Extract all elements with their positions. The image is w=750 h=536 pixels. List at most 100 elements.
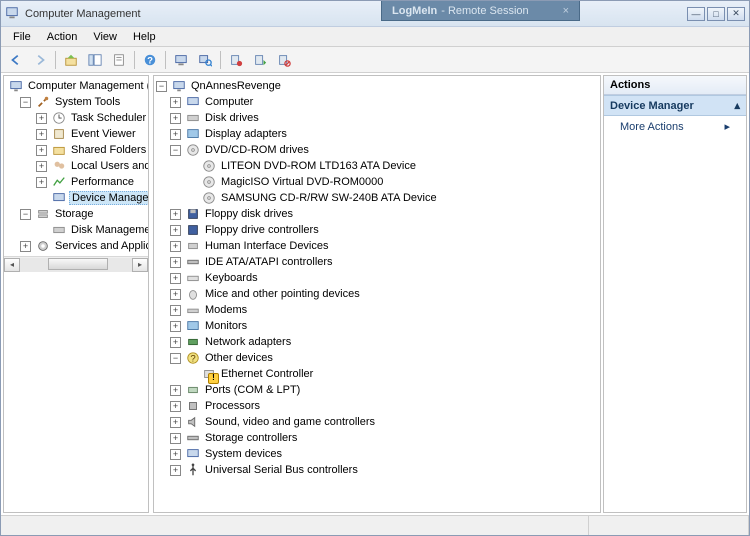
expand-icon[interactable]: + <box>36 177 47 188</box>
computer-management-icon <box>8 78 24 94</box>
collapse-icon[interactable]: − <box>156 81 167 92</box>
expand-icon[interactable]: + <box>36 145 47 156</box>
devices-computer-icon[interactable] <box>170 49 192 71</box>
remote-badge-close-icon[interactable]: × <box>563 5 569 17</box>
properties-button[interactable] <box>108 49 130 71</box>
expand-icon[interactable]: + <box>170 97 181 108</box>
tree-event-viewer[interactable]: +Event Viewer <box>36 126 146 142</box>
expand-icon[interactable]: + <box>170 113 181 124</box>
expand-icon[interactable]: + <box>170 433 181 444</box>
collapse-icon[interactable]: − <box>170 353 181 364</box>
cat-other[interactable]: −?Other devices <box>170 350 598 366</box>
dev-liteon[interactable]: LITEON DVD-ROM LTD163 ATA Device <box>186 158 598 174</box>
body: Computer Management (Local) − System Too… <box>1 73 749 515</box>
expand-icon[interactable]: + <box>170 449 181 460</box>
cat-usb[interactable]: +Universal Serial Bus controllers <box>170 462 598 478</box>
expand-icon[interactable]: + <box>36 129 47 140</box>
close-button[interactable]: ✕ <box>727 7 745 21</box>
tree-performance[interactable]: +Performance <box>36 174 146 190</box>
cat-display-adapters[interactable]: +Display adapters <box>170 126 598 142</box>
maximize-button[interactable]: □ <box>707 7 725 21</box>
cat-system[interactable]: +System devices <box>170 446 598 462</box>
tree-shared-folders[interactable]: +Shared Folders <box>36 142 146 158</box>
tree-task-scheduler[interactable]: +Task Scheduler <box>36 110 146 126</box>
action-more-actions[interactable]: More Actions ▸ <box>604 116 746 137</box>
up-button[interactable] <box>60 49 82 71</box>
ide-icon <box>185 254 201 270</box>
expand-icon[interactable]: + <box>170 465 181 476</box>
titlebar: Computer Management LogMeIn - Remote Ses… <box>1 1 749 27</box>
floppy-icon <box>185 206 201 222</box>
scroll-right-button[interactable]: ▸ <box>132 258 148 272</box>
collapse-icon[interactable]: − <box>20 97 31 108</box>
device-root[interactable]: −QnAnnesRevenge <box>156 78 598 94</box>
uninstall-icon[interactable] <box>225 49 247 71</box>
expand-icon[interactable]: + <box>20 241 31 252</box>
tree-device-manager[interactable]: Device Manager <box>36 190 146 206</box>
tree-local-users[interactable]: +Local Users and Groups <box>36 158 146 174</box>
tree-services-apps[interactable]: +Services and Applications <box>20 238 146 254</box>
cat-floppy-drives[interactable]: +Floppy disk drives <box>170 206 598 222</box>
chevron-up-icon: ▴ <box>734 99 740 112</box>
system-icon <box>185 446 201 462</box>
scroll-left-button[interactable]: ◂ <box>4 258 20 272</box>
cat-mice[interactable]: +Mice and other pointing devices <box>170 286 598 302</box>
cat-computer[interactable]: +Computer <box>170 94 598 110</box>
cat-ports[interactable]: +Ports (COM & LPT) <box>170 382 598 398</box>
tree-storage[interactable]: −Storage <box>20 206 146 222</box>
tree-disk-management[interactable]: Disk Management <box>36 222 146 238</box>
expand-icon[interactable]: + <box>36 113 47 124</box>
expand-icon[interactable]: + <box>170 401 181 412</box>
help-button[interactable]: ? <box>139 49 161 71</box>
expand-icon[interactable]: + <box>170 321 181 332</box>
expand-icon[interactable]: + <box>170 273 181 284</box>
scan-hardware-icon[interactable] <box>194 49 216 71</box>
menu-file[interactable]: File <box>5 29 39 45</box>
menu-help[interactable]: Help <box>125 29 164 45</box>
tree-system-tools[interactable]: − System Tools <box>20 94 146 110</box>
cat-network[interactable]: +Network adapters <box>170 334 598 350</box>
cat-floppy-controllers[interactable]: +Floppy drive controllers <box>170 222 598 238</box>
dev-samsung[interactable]: SAMSUNG CD-R/RW SW-240B ATA Device <box>186 190 598 206</box>
forward-button[interactable] <box>29 49 51 71</box>
cat-processors[interactable]: +Processors <box>170 398 598 414</box>
expand-icon[interactable]: + <box>170 337 181 348</box>
collapse-icon[interactable]: − <box>20 209 31 220</box>
show-hide-tree-button[interactable] <box>84 49 106 71</box>
cat-disk-drives[interactable]: +Disk drives <box>170 110 598 126</box>
minimize-button[interactable]: — <box>687 7 705 21</box>
expand-icon[interactable]: + <box>170 241 181 252</box>
expand-icon[interactable]: + <box>170 305 181 316</box>
update-driver-icon[interactable] <box>249 49 271 71</box>
cat-ide[interactable]: +IDE ATA/ATAPI controllers <box>170 254 598 270</box>
disable-icon[interactable] <box>273 49 295 71</box>
expand-icon[interactable]: + <box>36 161 47 172</box>
actions-section[interactable]: Device Manager ▴ <box>604 95 746 116</box>
expand-icon[interactable]: + <box>170 289 181 300</box>
left-pane-scrollbar[interactable]: ◂ ▸ <box>4 256 148 272</box>
mouse-icon <box>185 286 201 302</box>
cat-storage-controllers[interactable]: +Storage controllers <box>170 430 598 446</box>
menu-action[interactable]: Action <box>39 29 86 45</box>
cat-dvd-cd[interactable]: −DVD/CD-ROM drives <box>170 142 598 158</box>
cat-sound[interactable]: +Sound, video and game controllers <box>170 414 598 430</box>
cat-keyboards[interactable]: +Keyboards <box>170 270 598 286</box>
expand-icon[interactable]: + <box>170 257 181 268</box>
scroll-thumb[interactable] <box>48 258 108 270</box>
cat-monitors[interactable]: +Monitors <box>170 318 598 334</box>
cat-modems[interactable]: +Modems <box>170 302 598 318</box>
collapse-icon[interactable]: − <box>170 145 181 156</box>
back-button[interactable] <box>5 49 27 71</box>
expand-icon[interactable]: + <box>170 209 181 220</box>
expand-icon[interactable]: + <box>170 225 181 236</box>
remote-product: LogMeIn <box>392 5 437 17</box>
expand-icon[interactable]: + <box>170 129 181 140</box>
dev-magiciso[interactable]: MagicISO Virtual DVD-ROM0000 <box>186 174 598 190</box>
cat-hid[interactable]: +Human Interface Devices <box>170 238 598 254</box>
expand-icon[interactable]: + <box>170 417 181 428</box>
menu-view[interactable]: View <box>85 29 125 45</box>
expand-icon[interactable]: + <box>170 385 181 396</box>
dev-ethernet-controller[interactable]: Ethernet Controller <box>186 366 598 382</box>
scroll-track[interactable] <box>20 258 132 272</box>
tree-root[interactable]: Computer Management (Local) <box>6 78 146 94</box>
